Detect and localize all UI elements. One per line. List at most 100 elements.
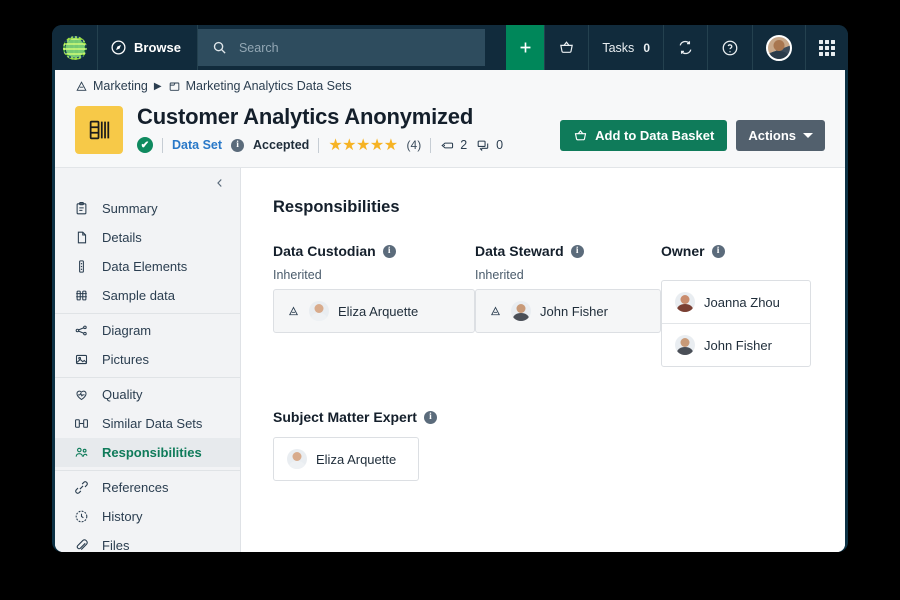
references-link-icon	[73, 479, 90, 496]
sidebar-item-files[interactable]: Files	[55, 531, 240, 552]
role-label-text: Owner	[661, 243, 705, 260]
info-icon[interactable]: i	[570, 244, 584, 258]
avatar	[675, 292, 695, 313]
person-name: John Fisher	[540, 303, 608, 319]
role-label-text: Subject Matter Expert	[273, 409, 417, 426]
avatar	[309, 301, 329, 322]
app-logo-button[interactable]	[52, 25, 98, 70]
sidebar-group-3: Quality Similar Data Sets Responsibiliti…	[55, 378, 240, 472]
sidebar-item-pictures[interactable]: Pictures	[55, 345, 240, 374]
sidebar-item-details[interactable]: Details	[55, 223, 240, 252]
search-placeholder: Search	[238, 40, 279, 55]
person-row[interactable]: John Fisher	[662, 323, 810, 366]
info-icon[interactable]: i	[231, 138, 245, 152]
apps-button[interactable]	[805, 25, 848, 70]
person-row[interactable]: John Fisher	[476, 290, 660, 332]
sidebar-label: Files	[102, 538, 130, 552]
role-label-text: Data Steward	[475, 243, 564, 260]
sidebar-label: Data Elements	[102, 259, 188, 275]
help-circle-icon	[722, 40, 738, 55]
user-menu-button[interactable]	[752, 25, 805, 70]
info-icon[interactable]: i	[711, 244, 725, 258]
app-grid-icon	[819, 39, 835, 56]
sidebar-item-quality[interactable]: Quality	[55, 380, 240, 409]
tasks-button[interactable]: Tasks 0	[588, 25, 663, 70]
data-elements-icon	[73, 258, 90, 275]
divider	[430, 137, 432, 153]
sidebar-item-data-elements[interactable]: Data Elements	[55, 252, 240, 281]
person-name: Eliza Arquette	[316, 451, 397, 467]
data-basket-button[interactable]	[544, 25, 588, 70]
section-title: Responsibilities	[273, 198, 400, 217]
tasks-count: 0	[643, 40, 650, 55]
sync-icon	[679, 40, 692, 55]
sidebar-item-sample-data[interactable]: Sample data	[55, 281, 240, 310]
comment-icon	[477, 140, 489, 152]
breadcrumb-item-domain[interactable]: Marketing	[75, 79, 148, 93]
main-panel: Responsibilities Data Custodian i Inheri…	[241, 168, 845, 552]
sidebar-item-references[interactable]: References	[55, 473, 240, 502]
page-title: Customer Analytics Anonymized	[137, 104, 474, 129]
sidebar-item-history[interactable]: History	[55, 502, 240, 531]
avatar	[766, 34, 792, 61]
responsibilities-grid: Data Custodian i Inherited Eliza Arquett…	[273, 243, 845, 368]
info-icon[interactable]: i	[423, 410, 437, 424]
breadcrumb-item-folder[interactable]: Marketing Analytics Data Sets	[168, 79, 352, 93]
avatar	[287, 449, 307, 470]
clipboard-icon	[73, 200, 90, 217]
breadcrumb-separator: ▶	[153, 80, 162, 92]
add-to-data-basket-button[interactable]: Add to Data Basket	[560, 120, 728, 151]
chevron-left-icon[interactable]	[214, 177, 226, 189]
sidebar-label: Details	[102, 230, 142, 246]
sidebar-label: Quality	[102, 387, 143, 403]
history-clock-icon	[73, 508, 90, 525]
role-label: Subject Matter Expert i	[273, 409, 845, 425]
header-actions: Add to Data Basket Actions	[560, 120, 825, 151]
paperclip-icon	[73, 537, 90, 552]
sidebar-label: Sample data	[102, 288, 175, 304]
role-column-data-steward: Data Steward i Inherited John Fisher	[475, 243, 661, 334]
sync-button[interactable]	[663, 25, 707, 70]
help-button[interactable]	[707, 25, 752, 70]
top-navigation-bar: Browse Search Tasks 0	[52, 25, 848, 70]
inherited-icon	[489, 305, 502, 318]
role-card: Eliza Arquette	[273, 437, 419, 482]
inherited-icon	[287, 305, 300, 318]
person-row[interactable]: Eliza Arquette	[274, 438, 418, 480]
rating-stars[interactable]: ★★★★★	[328, 135, 398, 155]
person-row[interactable]: Eliza Arquette	[274, 290, 474, 332]
comment-metric[interactable]: 0	[476, 138, 503, 153]
asset-type-link[interactable]: Data Set	[172, 138, 222, 152]
tasks-label: Tasks	[602, 40, 635, 55]
sidebar-group-2: Diagram Pictures	[55, 314, 240, 379]
basket-icon	[574, 129, 587, 141]
actions-button[interactable]: Actions	[736, 120, 825, 151]
person-name: John Fisher	[704, 337, 772, 353]
tag-metric[interactable]: 2	[440, 138, 467, 153]
diagram-icon	[73, 322, 90, 339]
person-row[interactable]: Joanna Zhou	[662, 281, 810, 323]
breadcrumb-label: Marketing Analytics Data Sets	[185, 79, 352, 93]
sidebar-item-summary[interactable]: Summary	[55, 194, 240, 223]
sidebar-label: History	[102, 509, 143, 525]
sidebar-item-diagram[interactable]: Diagram	[55, 316, 240, 345]
divider	[162, 137, 163, 153]
content-area: Summary Details Data Elements Sample dat…	[55, 168, 845, 552]
create-button[interactable]	[506, 25, 545, 70]
browse-button[interactable]: Browse	[98, 25, 198, 70]
info-icon[interactable]: i	[382, 244, 396, 258]
search-input[interactable]: Search	[197, 29, 485, 66]
tag-count: 2	[460, 138, 468, 153]
sidebar-item-responsibilities[interactable]: Responsibilities	[55, 438, 240, 468]
page-header: Customer Analytics Anonymized ✔ Data Set…	[55, 100, 845, 169]
sidebar-label: Diagram	[102, 323, 152, 339]
folder-icon	[169, 82, 179, 91]
compass-icon	[110, 39, 127, 56]
role-column-data-custodian: Data Custodian i Inherited Eliza Arquett…	[273, 243, 475, 334]
sidebar-item-similar-data-sets[interactable]: Similar Data Sets	[55, 409, 240, 438]
app-logo-icon	[62, 35, 87, 60]
search-icon	[212, 40, 227, 55]
person-name: Eliza Arquette	[338, 303, 419, 319]
people-icon	[73, 444, 90, 461]
plus-icon	[520, 42, 531, 53]
